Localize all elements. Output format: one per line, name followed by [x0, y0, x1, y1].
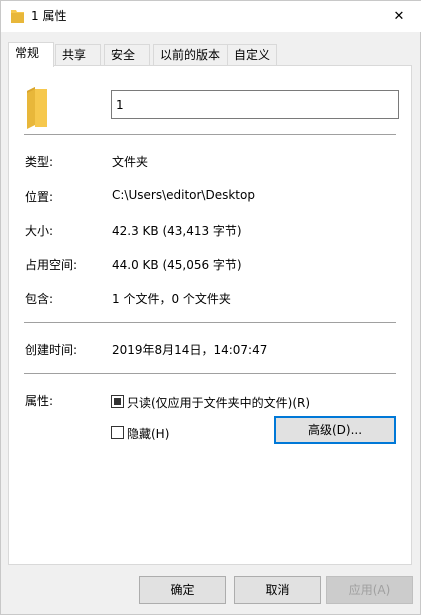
- size-label: 大小:: [25, 224, 54, 238]
- readonly-label[interactable]: 只读(仅应用于文件夹中的文件)(R): [127, 394, 310, 411]
- separator: [24, 134, 396, 135]
- type-label: 类型:: [25, 155, 54, 169]
- folder-name-input[interactable]: [111, 90, 399, 119]
- size-value: 42.3 KB (43,413 字节): [112, 224, 242, 238]
- readonly-checkbox[interactable]: [111, 395, 124, 408]
- close-icon: ✕: [393, 9, 405, 24]
- properties-dialog: 1 属性 ✕ 常规 共享 安全 以前的版本 自定义 类型: 文件夹 位置: C:…: [0, 0, 421, 615]
- separator: [24, 373, 396, 374]
- hidden-label[interactable]: 隐藏(H): [127, 425, 169, 442]
- folder-icon: [11, 9, 24, 23]
- tab-sharing[interactable]: 共享: [55, 44, 101, 66]
- apply-button[interactable]: 应用(A): [326, 576, 413, 604]
- general-panel: [8, 65, 412, 565]
- size-on-disk-label: 占用空间:: [25, 258, 78, 272]
- close-button[interactable]: ✕: [376, 1, 421, 32]
- tab-general[interactable]: 常规: [8, 42, 54, 67]
- advanced-button[interactable]: 高级(D)...: [274, 416, 396, 444]
- type-value: 文件夹: [112, 155, 149, 169]
- separator: [24, 322, 396, 323]
- ok-button[interactable]: 确定: [139, 576, 226, 604]
- created-label: 创建时间:: [25, 343, 78, 357]
- hidden-checkbox[interactable]: [111, 426, 124, 439]
- tab-previous-versions[interactable]: 以前的版本: [153, 44, 228, 66]
- indeterminate-mark: [114, 398, 121, 405]
- title-bar: 1 属性 ✕: [1, 1, 421, 32]
- window-title: 1 属性: [31, 9, 67, 23]
- contains-value: 1 个文件，0 个文件夹: [112, 292, 231, 306]
- size-on-disk-value: 44.0 KB (45,056 字节): [112, 258, 242, 272]
- contains-label: 包含:: [25, 292, 54, 306]
- location-label: 位置:: [25, 190, 54, 204]
- created-value: 2019年8月14日，14:07:47: [112, 343, 268, 357]
- attributes-label: 属性:: [25, 394, 54, 408]
- location-value: C:\Users\editor\Desktop: [112, 188, 255, 202]
- tab-security[interactable]: 安全: [104, 44, 150, 66]
- cancel-button[interactable]: 取消: [234, 576, 321, 604]
- folder-large-icon: [25, 87, 53, 129]
- tab-customize[interactable]: 自定义: [227, 44, 277, 66]
